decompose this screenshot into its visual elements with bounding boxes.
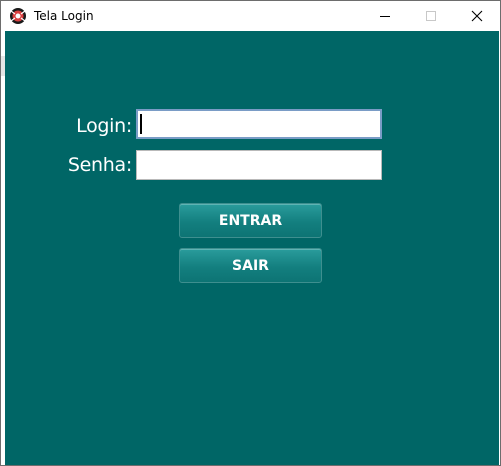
- senha-label: Senha:: [67, 154, 132, 176]
- app-logo-icon: [9, 7, 27, 25]
- close-icon: [471, 7, 483, 26]
- login-label: Login:: [76, 115, 132, 137]
- text-caret: [140, 114, 142, 134]
- entrar-button[interactable]: ENTRAR: [179, 203, 322, 238]
- minimize-icon: [379, 7, 391, 26]
- maximize-icon: [425, 7, 437, 26]
- window-title: Tela Login: [34, 9, 94, 23]
- maximize-button[interactable]: [408, 1, 454, 31]
- login-window: Tela Login Login: Senha: ENTRAR SAIR: [0, 0, 501, 466]
- login-input[interactable]: [136, 109, 382, 139]
- sair-button[interactable]: SAIR: [179, 248, 322, 283]
- title-bar[interactable]: Tela Login: [1, 1, 500, 31]
- close-button[interactable]: [454, 1, 500, 31]
- senha-input[interactable]: [136, 150, 382, 180]
- login-panel: Login: Senha: ENTRAR SAIR: [5, 31, 499, 465]
- minimize-button[interactable]: [362, 1, 408, 31]
